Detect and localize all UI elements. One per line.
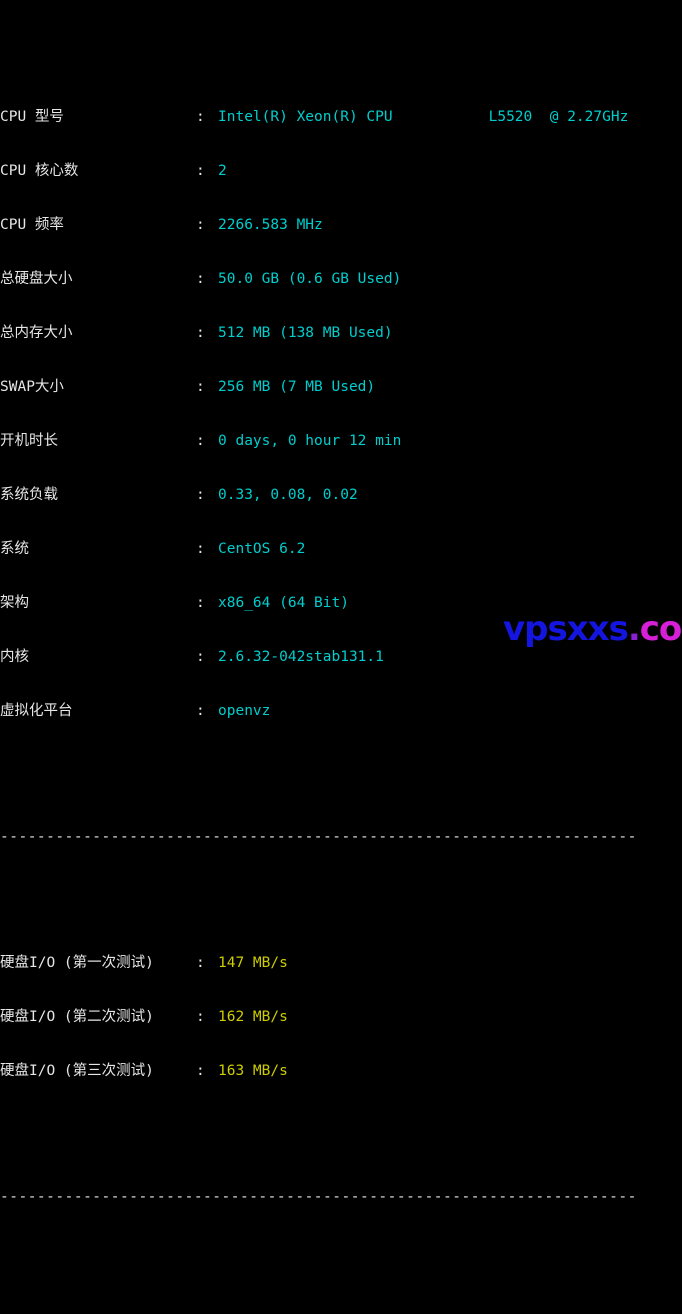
info-label: 内核 — [0, 649, 29, 665]
info-label: CPU 频率 — [0, 217, 64, 233]
info-row-kernel: 内核 : 2.6.32-042stab131.1 — [0, 648, 682, 666]
info-label: 开机时长 — [0, 433, 58, 449]
info-colon: : — [196, 649, 205, 665]
info-row-disk-size: 总硬盘大小 : 50.0 GB (0.6 GB Used) — [0, 270, 682, 288]
info-row-architecture: 架构 : x86_64 (64 Bit) — [0, 594, 682, 612]
info-colon: : — [196, 487, 205, 503]
info-row-memory-size: 总内存大小 : 512 MB (138 MB Used) — [0, 324, 682, 342]
disk-io-value: 147 MB/s — [218, 955, 288, 971]
separator-line-2: ----------------------------------------… — [0, 1189, 637, 1205]
info-value: 512 MB (138 MB Used) — [218, 325, 393, 341]
info-row-os: 系统 : CentOS 6.2 — [0, 540, 682, 558]
info-value: CentOS 6.2 — [218, 541, 306, 557]
info-colon: : — [196, 379, 205, 395]
info-label: SWAP大小 — [0, 379, 64, 395]
info-colon: : — [196, 217, 205, 233]
disk-io-section: 硬盘I/O (第一次测试) : 147 MB/s 硬盘I/O (第二次测试) :… — [0, 918, 682, 1116]
system-info-section: CPU 型号 : Intel(R) Xeon(R) CPU L5520 @ 2.… — [0, 72, 682, 756]
info-row-cpu-cores: CPU 核心数 : 2 — [0, 162, 682, 180]
info-row-load-average: 系统负载 : 0.33, 0.08, 0.02 — [0, 486, 682, 504]
info-label: 总内存大小 — [0, 325, 73, 341]
info-colon: : — [196, 703, 205, 719]
info-colon: : — [196, 595, 205, 611]
disk-io-colon: : — [196, 1063, 205, 1079]
international-speedtest-table: 节点名称 IP地址 下载速度 延迟 CacheFly 205.234.175.1… — [0, 1278, 682, 1314]
info-colon: : — [196, 163, 205, 179]
info-value: 0 days, 0 hour 12 min — [218, 433, 402, 449]
info-label: 总硬盘大小 — [0, 271, 73, 287]
disk-io-label: 硬盘I/O (第一次测试) — [0, 955, 154, 971]
terminal-window: CPU 型号 : Intel(R) Xeon(R) CPU L5520 @ 2.… — [0, 0, 682, 1205]
info-value: Intel(R) Xeon(R) CPU L5520 @ 2.27GHz — [218, 109, 629, 125]
info-value: 0.33, 0.08, 0.02 — [218, 487, 358, 503]
info-value: openvz — [218, 703, 271, 719]
disk-io-label: 硬盘I/O (第二次测试) — [0, 1009, 154, 1025]
disk-io-row-3: 硬盘I/O (第三次测试) : 163 MB/s — [0, 1062, 682, 1080]
info-value: 256 MB (7 MB Used) — [218, 379, 376, 395]
info-label: 架构 — [0, 595, 29, 611]
info-value: 50.0 GB (0.6 GB Used) — [218, 271, 402, 287]
disk-io-row-1: 硬盘I/O (第一次测试) : 147 MB/s — [0, 954, 682, 972]
disk-io-colon: : — [196, 955, 205, 971]
disk-io-row-2: 硬盘I/O (第二次测试) : 162 MB/s — [0, 1008, 682, 1026]
info-label: CPU 型号 — [0, 109, 64, 125]
info-row-uptime: 开机时长 : 0 days, 0 hour 12 min — [0, 432, 682, 450]
info-value: 2266.583 MHz — [218, 217, 323, 233]
disk-io-colon: : — [196, 1009, 205, 1025]
info-colon: : — [196, 271, 205, 287]
info-value: 2.6.32-042stab131.1 — [218, 649, 384, 665]
info-colon: : — [196, 541, 205, 557]
separator-line-1: ----------------------------------------… — [0, 829, 637, 845]
disk-io-label: 硬盘I/O (第三次测试) — [0, 1063, 154, 1079]
info-colon: : — [196, 109, 205, 125]
info-label: CPU 核心数 — [0, 163, 79, 179]
disk-io-value: 162 MB/s — [218, 1009, 288, 1025]
info-row-virtualization: 虚拟化平台 : openvz — [0, 702, 682, 720]
disk-io-value: 163 MB/s — [218, 1063, 288, 1079]
info-row-cpu-model: CPU 型号 : Intel(R) Xeon(R) CPU L5520 @ 2.… — [0, 108, 682, 126]
info-label: 虚拟化平台 — [0, 703, 73, 719]
info-value: 2 — [218, 163, 227, 179]
info-colon: : — [196, 325, 205, 341]
info-colon: : — [196, 433, 205, 449]
info-label: 系统 — [0, 541, 29, 557]
info-row-swap-size: SWAP大小 : 256 MB (7 MB Used) — [0, 378, 682, 396]
info-row-cpu-frequency: CPU 频率 : 2266.583 MHz — [0, 216, 682, 234]
info-value: x86_64 (64 Bit) — [218, 595, 349, 611]
info-label: 系统负载 — [0, 487, 58, 503]
